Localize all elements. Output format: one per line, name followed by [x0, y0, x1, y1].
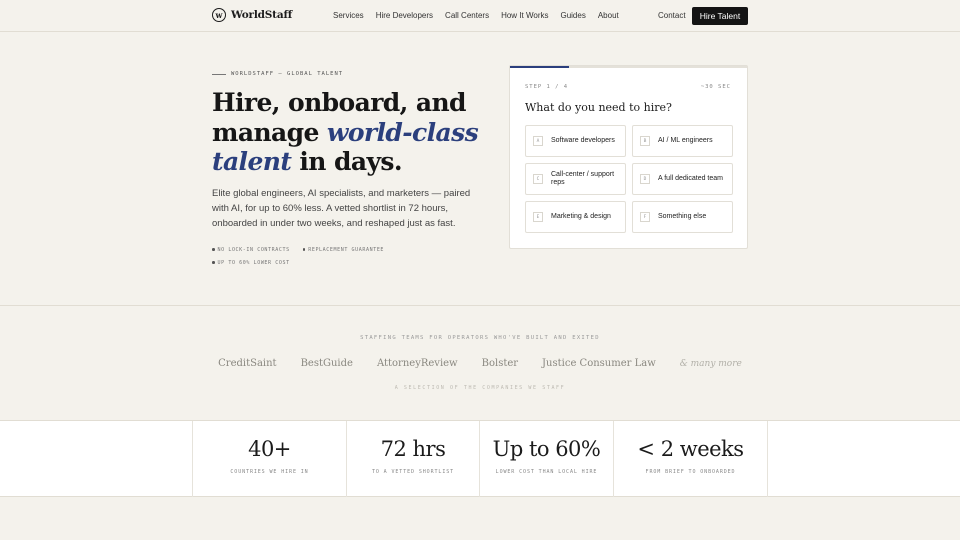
option-something-else[interactable]: F Something else — [632, 201, 733, 233]
bullet-dot-icon — [212, 248, 215, 251]
stat-value: 40+ — [248, 437, 291, 461]
stat-onboarding-time: < 2 weeks FROM BRIEF TO ONBOARDED — [614, 421, 767, 497]
main-nav: Services Hire Developers Call Centers Ho… — [333, 11, 619, 20]
nav-services-link[interactable]: Services — [333, 11, 364, 20]
chip-label: REPLACEMENT GUARANTEE — [308, 246, 385, 253]
client-logo: AttorneyReview — [376, 358, 458, 369]
benefit-chip: UP TO 60% LOWER COST — [212, 256, 290, 269]
hire-quiz-card: STEP 1 / 4 ~30 SEC What do you need to h… — [509, 65, 748, 249]
nav-how-it-works-link[interactable]: How It Works — [501, 11, 548, 20]
option-key-badge: C — [533, 174, 543, 184]
stat-divider — [767, 421, 768, 497]
nav-call-centers-link[interactable]: Call Centers — [445, 11, 489, 20]
quiz-step-indicator: STEP 1 / 4 — [525, 84, 569, 90]
client-logo: Justice Consumer Law — [542, 358, 656, 369]
logos-footnote: A SELECTION OF THE COMPANIES WE STAFF — [394, 385, 566, 391]
logos-section-title: STAFFING TEAMS FOR OPERATORS WHO'VE BUIL… — [360, 335, 600, 341]
nav-hire-developers-link[interactable]: Hire Developers — [376, 11, 433, 20]
option-key-badge: A — [533, 136, 543, 146]
option-key-badge: F — [640, 212, 650, 222]
quiz-time-estimate: ~30 SEC — [700, 84, 731, 90]
stat-label: TO A VETTED SHORTLIST — [371, 469, 455, 475]
brand-logo[interactable]: w WorldStaff — [212, 8, 292, 22]
quiz-options: A Software developers B AI / ML engineers … — [525, 125, 733, 233]
client-logo: CreditSaint — [218, 358, 277, 369]
stat-value: Up to 60% — [492, 437, 601, 461]
quiz-progress-fill — [510, 66, 570, 68]
hero-eyebrow: WORLDSTAFF — GLOBAL TALENT — [212, 71, 343, 77]
option-label: A full dedicated team — [658, 174, 723, 182]
client-logo-row: CreditSaint BestGuide AttorneyReview Bol… — [0, 358, 960, 369]
option-label: Marketing & design — [551, 212, 611, 220]
stat-label: LOWER COST THAN LOCAL HIRE — [495, 469, 598, 475]
hero-headline: Hire, onboard, and manage world-class ta… — [212, 88, 512, 177]
benefit-chip: REPLACEMENT GUARANTEE — [302, 243, 385, 256]
benefit-chips: NO LOCK-IN CONTRACTS REPLACEMENT GUARANTE… — [212, 243, 472, 269]
option-key-badge: B — [640, 136, 650, 146]
option-call-center-support[interactable]: C Call-center / support reps — [525, 163, 626, 195]
client-logo: BestGuide — [300, 358, 353, 369]
quiz-progress-bar — [510, 66, 747, 68]
option-label: Something else — [658, 212, 707, 220]
option-key-badge: E — [533, 212, 543, 222]
nav-guides-link[interactable]: Guides — [560, 11, 585, 20]
option-software-developers[interactable]: A Software developers — [525, 125, 626, 157]
top-navigation-bar: w WorldStaff Services Hire Developers Ca… — [0, 0, 960, 32]
chip-label: UP TO 60% LOWER COST — [217, 259, 290, 266]
client-logos-section: STAFFING TEAMS FOR OPERATORS WHO'VE BUIL… — [0, 305, 960, 420]
stat-countries: 40+ COUNTRIES WE HIRE IN — [193, 421, 346, 497]
eyebrow-text: WORLDSTAFF — GLOBAL TALENT — [231, 71, 344, 77]
option-label: Call-center / support reps — [551, 170, 615, 187]
option-marketing-design[interactable]: E Marketing & design — [525, 201, 626, 233]
benefit-chip: NO LOCK-IN CONTRACTS — [212, 243, 290, 256]
brand-name: WorldStaff — [231, 9, 293, 21]
eyebrow-rule — [212, 73, 226, 75]
option-key-badge: D — [640, 174, 650, 184]
client-logo: Bolster — [481, 358, 519, 369]
bullet-dot-icon — [302, 248, 306, 251]
headline-part-2: in days. — [291, 147, 402, 176]
hire-talent-button[interactable]: Hire Talent — [692, 7, 748, 25]
bullet-dot-icon — [212, 261, 215, 264]
stat-label: FROM BRIEF TO ONBOARDED — [645, 469, 736, 475]
stats-strip: 40+ COUNTRIES WE HIRE IN 72 hrs TO A VET… — [0, 420, 960, 497]
contact-link[interactable]: Contact — [658, 11, 686, 20]
stat-label: COUNTRIES WE HIRE IN — [230, 469, 309, 475]
quiz-question: What do you need to hire? — [525, 101, 672, 114]
option-label: AI / ML engineers — [658, 136, 713, 144]
stat-shortlist-time: 72 hrs TO A VETTED SHORTLIST — [347, 421, 479, 497]
stat-cost-savings: Up to 60% LOWER COST THAN LOCAL HIRE — [480, 421, 613, 497]
chip-label: NO LOCK-IN CONTRACTS — [217, 246, 290, 253]
globe-w-icon: w — [212, 8, 226, 22]
stat-value: 72 hrs — [380, 437, 446, 461]
option-label: Software developers — [551, 136, 615, 144]
many-more-label: & many more — [679, 359, 742, 369]
hero-subtitle: Elite global engineers, AI specialists, … — [212, 188, 471, 229]
nav-about-link[interactable]: About — [598, 11, 619, 20]
stat-value: < 2 weeks — [637, 437, 744, 461]
option-ai-ml-engineers[interactable]: B AI / ML engineers — [632, 125, 733, 157]
option-dedicated-team[interactable]: D A full dedicated team — [632, 163, 733, 195]
